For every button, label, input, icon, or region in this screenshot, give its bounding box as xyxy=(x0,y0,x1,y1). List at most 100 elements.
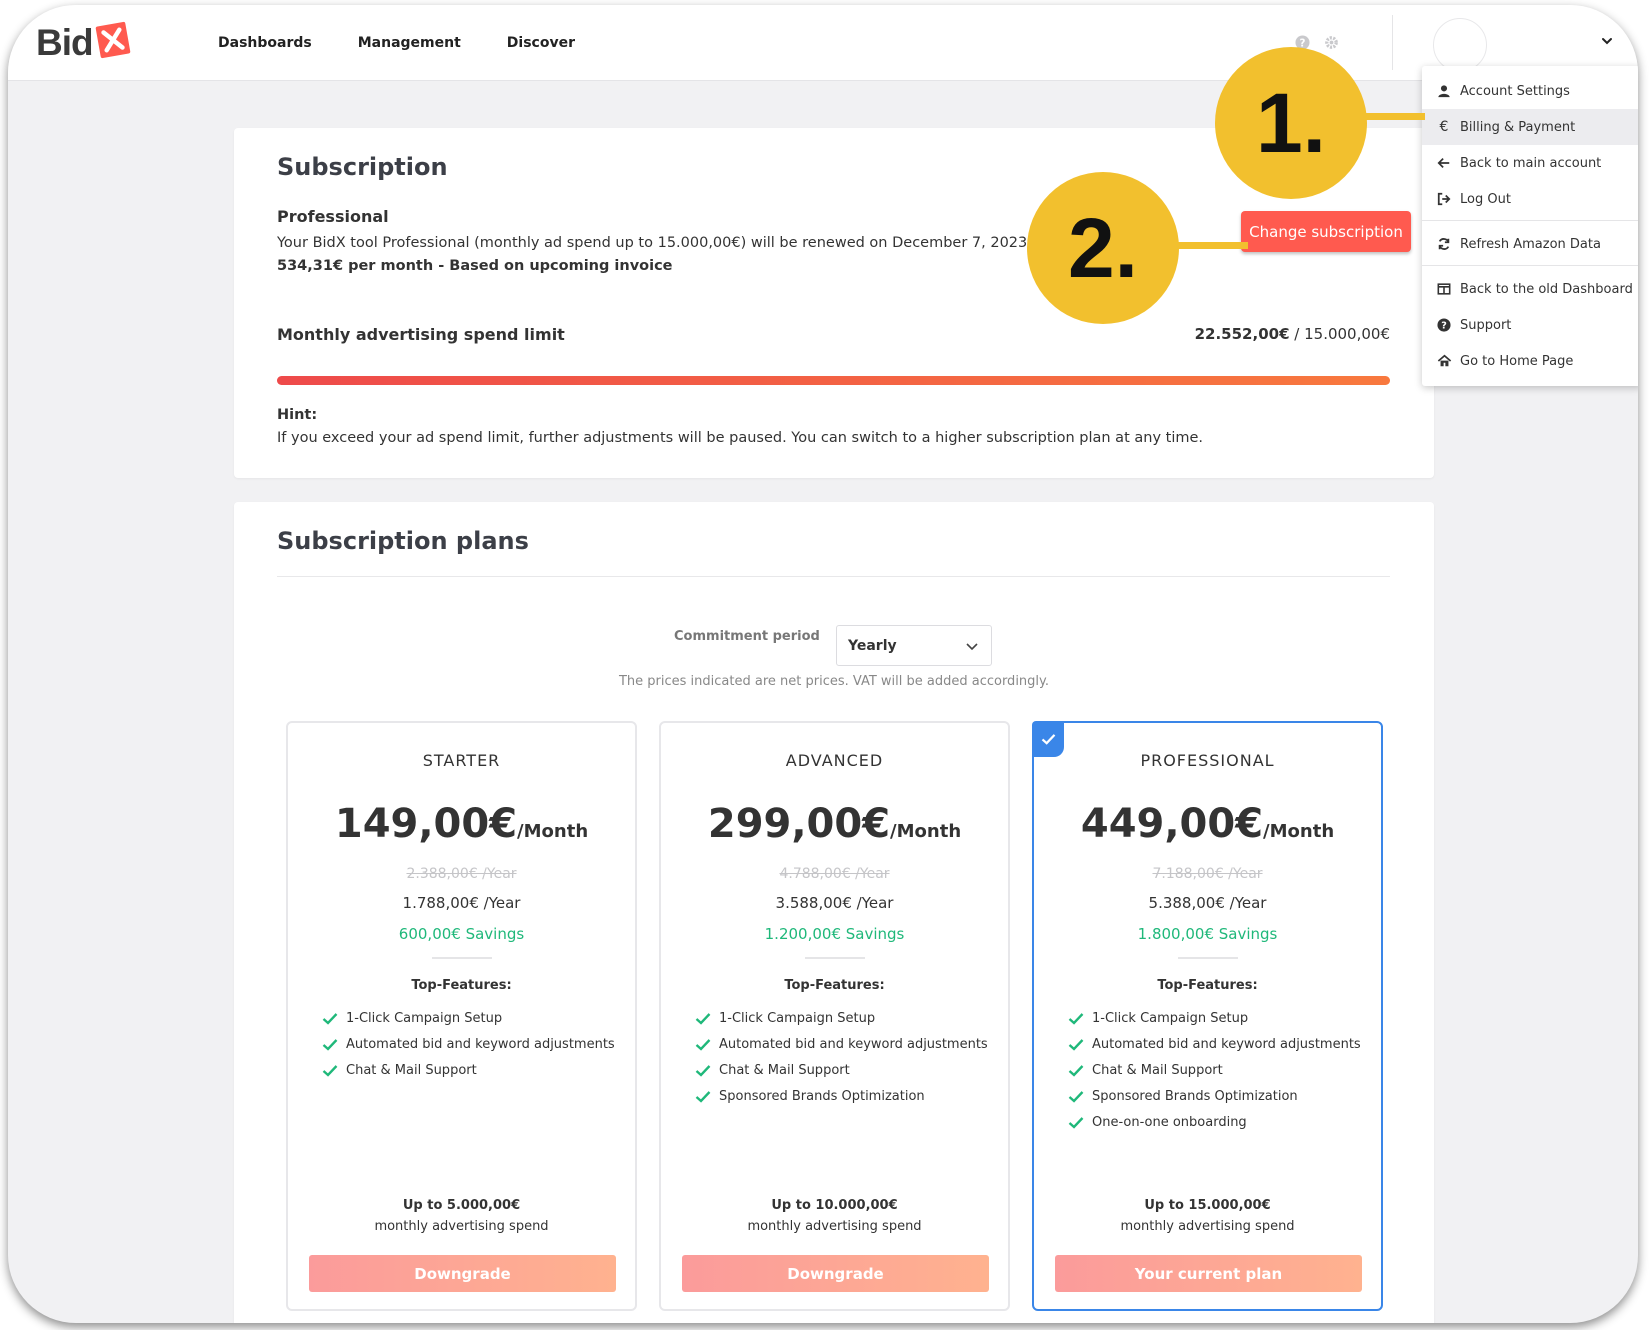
menu-label: Refresh Amazon Data xyxy=(1460,236,1601,252)
feature-item: Chat & Mail Support xyxy=(695,1063,850,1078)
check-icon xyxy=(1068,1117,1084,1129)
check-icon xyxy=(695,1039,711,1051)
check-icon xyxy=(695,1013,711,1025)
feature-item: Automated bid and keyword adjustments xyxy=(695,1037,988,1052)
check-icon xyxy=(1068,1039,1084,1051)
vat-note: The prices indicated are net prices. VAT… xyxy=(618,674,1049,689)
logo-x-mark xyxy=(95,21,130,59)
downgrade-advanced-button[interactable]: Downgrade xyxy=(682,1255,989,1292)
plan-yearly-price: 5.388,00€ /Year xyxy=(1148,894,1267,912)
plan-name: ADVANCED xyxy=(785,751,884,770)
plan-old-yearly-price: 7.188,00€ /Year xyxy=(1152,866,1263,882)
arrow-left-icon xyxy=(1436,155,1452,171)
nav-management[interactable]: Management xyxy=(358,35,461,51)
plan-price-amount: 449,00€ xyxy=(1080,801,1264,847)
downgrade-starter-button[interactable]: Downgrade xyxy=(309,1255,616,1292)
subscription-title: Subscription xyxy=(277,153,448,181)
plan-spend-caption: monthly advertising spend xyxy=(374,1219,549,1234)
chevron-down-icon[interactable] xyxy=(1600,34,1614,48)
gear-icon[interactable] xyxy=(1324,35,1339,50)
home-icon xyxy=(1436,353,1452,369)
menu-item-log-out[interactable]: Log Out xyxy=(1422,181,1638,217)
renewal-text: Your BidX tool Professional (monthly ad … xyxy=(277,235,1028,251)
menu-item-billing-payment[interactable]: € Billing & Payment xyxy=(1422,109,1638,145)
spend-used: 22.552,00€ xyxy=(1194,325,1290,343)
logout-icon xyxy=(1436,191,1452,207)
annotation-marker-2: 2. xyxy=(1027,172,1179,324)
menu-item-old-dashboard[interactable]: Back to the old Dashboard xyxy=(1422,271,1638,307)
plan-yearly-price: 3.588,00€ /Year xyxy=(775,894,894,912)
menu-label: Back to the old Dashboard xyxy=(1460,281,1633,297)
commitment-label: Commitment period xyxy=(674,629,820,644)
menu-item-back-to-main[interactable]: Back to main account xyxy=(1422,145,1638,181)
main-nav: Dashboards Management Discover xyxy=(218,35,575,51)
menu-label: Billing & Payment xyxy=(1460,119,1576,135)
plan-old-yearly-price: 2.388,00€ /Year xyxy=(406,866,517,882)
check-icon xyxy=(322,1065,338,1077)
menu-item-refresh-amazon[interactable]: Refresh Amazon Data xyxy=(1422,226,1638,262)
feature-item: Chat & Mail Support xyxy=(1068,1063,1223,1078)
current-plan-name: Professional xyxy=(277,207,389,226)
logo-text: Bid xyxy=(36,22,94,63)
plan-spend-caption: monthly advertising spend xyxy=(1120,1219,1295,1234)
current-plan-button[interactable]: Your current plan xyxy=(1055,1255,1362,1292)
euro-icon: € xyxy=(1439,119,1449,135)
menu-item-support[interactable]: ? Support xyxy=(1422,307,1638,343)
check-icon xyxy=(695,1065,711,1077)
feature-item: Sponsored Brands Optimization xyxy=(1068,1089,1298,1104)
menu-label: Log Out xyxy=(1460,191,1511,207)
annotation-2-connector xyxy=(1178,242,1248,249)
check-icon xyxy=(1041,734,1055,745)
plan-card-professional: PROFESSIONAL 449,00€/Month 7.188,00€ /Ye… xyxy=(1032,721,1383,1311)
menu-label: Support xyxy=(1460,317,1512,333)
chevron-down-icon xyxy=(966,643,978,651)
feature-item: Automated bid and keyword adjustments xyxy=(322,1037,615,1052)
plan-price: 299,00€/Month xyxy=(661,801,1008,847)
svg-text:?: ? xyxy=(1441,321,1447,332)
menu-label: Go to Home Page xyxy=(1460,353,1574,369)
bidx-logo[interactable]: Bid xyxy=(36,21,130,65)
monthly-price-text: 534,31€ per month - Based on upcoming in… xyxy=(277,258,673,274)
navbar-divider xyxy=(1392,15,1393,70)
annotation-marker-1: 1. xyxy=(1215,47,1367,199)
savings-underline xyxy=(431,957,492,959)
change-subscription-button[interactable]: Change subscription xyxy=(1241,211,1411,252)
menu-divider xyxy=(1422,220,1638,221)
plans-title: Subscription plans xyxy=(277,527,529,555)
plan-price-amount: 299,00€ xyxy=(707,801,891,847)
feature-item: One-on-one onboarding xyxy=(1068,1115,1247,1130)
plan-spend-limit: Up to 15.000,00€ xyxy=(1144,1198,1271,1213)
plan-savings: 1.800,00€ Savings xyxy=(1137,925,1278,943)
menu-label: Account Settings xyxy=(1460,83,1570,99)
question-icon: ? xyxy=(1436,317,1452,333)
columns-icon xyxy=(1436,281,1452,297)
hint-label: Hint: xyxy=(277,407,318,423)
commitment-period-select[interactable]: Yearly xyxy=(836,625,992,666)
app-window: Bid Dashboards Management Discover ? Sub… xyxy=(8,5,1638,1323)
spend-separator: / xyxy=(1289,325,1305,343)
check-icon xyxy=(322,1039,338,1051)
nav-dashboards[interactable]: Dashboards xyxy=(218,35,312,51)
check-icon xyxy=(1068,1091,1084,1103)
savings-underline xyxy=(1177,957,1238,959)
spend-limit-value: 22.552,00€ / 15.000,00€ xyxy=(1195,325,1390,343)
plan-savings: 1.200,00€ Savings xyxy=(764,925,905,943)
nav-discover[interactable]: Discover xyxy=(507,35,575,51)
menu-item-account-settings[interactable]: Account Settings xyxy=(1422,73,1638,109)
menu-divider xyxy=(1422,265,1638,266)
spend-limit-label: Monthly advertising spend limit xyxy=(277,325,565,344)
plan-savings: 600,00€ Savings xyxy=(398,925,525,943)
menu-item-home-page[interactable]: Go to Home Page xyxy=(1422,343,1638,379)
plan-old-yearly-price: 4.788,00€ /Year xyxy=(779,866,890,882)
plan-price-period: /Month xyxy=(517,821,589,842)
plan-price: 149,00€/Month xyxy=(288,801,635,847)
plan-spend-limit: Up to 5.000,00€ xyxy=(402,1198,521,1213)
top-features-label: Top-Features: xyxy=(1157,978,1258,993)
feature-item: 1-Click Campaign Setup xyxy=(1068,1011,1248,1026)
plan-name: PROFESSIONAL xyxy=(1140,751,1275,770)
feature-item: Chat & Mail Support xyxy=(322,1063,477,1078)
avatar[interactable] xyxy=(1433,18,1487,72)
top-navbar: Bid Dashboards Management Discover ? xyxy=(8,5,1638,81)
plan-price-period: /Month xyxy=(1263,821,1335,842)
plan-spend-caption: monthly advertising spend xyxy=(747,1219,922,1234)
